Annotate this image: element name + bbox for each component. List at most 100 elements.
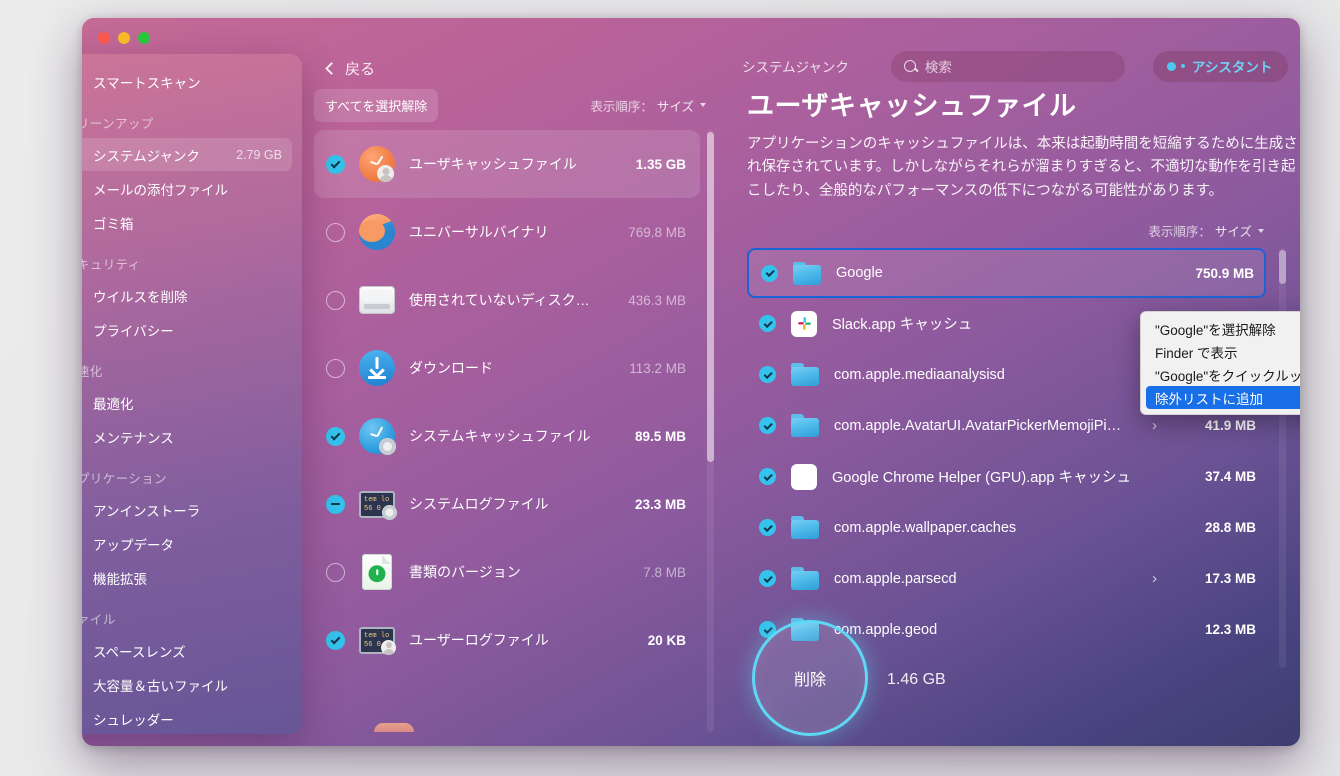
sidebar-item-17[interactable]: 大容量＆古いファイル bbox=[82, 668, 292, 701]
sidebar-group-label: アプリケーション bbox=[82, 472, 167, 486]
category-row[interactable]: ユニバーサルバイナリ 769.8 MB bbox=[314, 198, 700, 266]
window-controls[interactable] bbox=[98, 32, 150, 44]
category-row-name: システムキャッシュファイル bbox=[409, 428, 591, 444]
category-scrollbar-thumb[interactable] bbox=[707, 132, 714, 462]
check-tick-icon bbox=[330, 634, 341, 644]
main-window: 戻る システムジャンク 検索 アシスタント スマートスキャンクリーンアップシステ… bbox=[82, 18, 1300, 746]
search-input[interactable]: 検索 bbox=[890, 50, 1125, 82]
close-button[interactable] bbox=[98, 32, 110, 44]
context-menu[interactable]: "Google"を選択解除 Finder で表示 "Google"をクイックルック除… bbox=[1140, 311, 1300, 415]
file-row-name: com.apple.wallpaper.caches bbox=[834, 519, 1017, 536]
assistant-dot-icon bbox=[1166, 61, 1176, 71]
detail-sort-control[interactable]: 表示順序： サイズ bbox=[1148, 221, 1264, 240]
sidebar-item-4[interactable]: ゴミ箱 bbox=[82, 206, 292, 239]
sidebar-item-13[interactable]: アップデータ bbox=[82, 527, 292, 560]
deselect-all-button[interactable]: すべてを選択解除 bbox=[314, 88, 439, 122]
row-checkbox[interactable] bbox=[759, 468, 776, 486]
row-checkbox[interactable] bbox=[326, 562, 345, 582]
row-checkbox[interactable] bbox=[326, 630, 345, 650]
assistant-dot-small-icon bbox=[1180, 64, 1185, 68]
category-row[interactable]: ダウンロード 113.2 MB bbox=[314, 334, 700, 402]
sidebar-item-9[interactable]: 最適化 bbox=[82, 386, 292, 419]
category-sort-control[interactable]: 表示順序： サイズ bbox=[590, 96, 706, 115]
category-row-name: ユーザキャッシュファイル bbox=[409, 156, 577, 172]
sidebar-item-12[interactable]: アンインストーラ bbox=[82, 493, 292, 526]
row-checkbox[interactable] bbox=[761, 264, 778, 282]
chevron-right-icon[interactable]: › bbox=[1152, 417, 1157, 434]
context-menu-item[interactable]: "Google"を選択解除 bbox=[1141, 317, 1300, 340]
row-checkbox[interactable] bbox=[759, 315, 776, 333]
zoom-button[interactable] bbox=[138, 32, 150, 44]
row-checkbox[interactable] bbox=[326, 222, 345, 242]
system-log-icon: tem lo 56 0 bbox=[359, 490, 397, 520]
sidebar-item-3[interactable]: メールの添付ファイル bbox=[82, 172, 292, 205]
category-row[interactable]: 使用されていないディスク… 436.3 MB bbox=[314, 266, 700, 334]
check-tick-icon bbox=[763, 420, 772, 430]
sidebar-item-2[interactable]: システムジャンク 2.79 GB bbox=[82, 138, 292, 171]
sidebar-item-0[interactable]: スマートスキャン bbox=[82, 65, 292, 98]
row-checkbox[interactable] bbox=[759, 366, 776, 384]
category-row[interactable]: tem lo 56 0 ユーザーログファイル 20 KB bbox=[314, 606, 700, 674]
context-menu-item[interactable]: Finder で表示 bbox=[1141, 340, 1300, 363]
row-checkbox[interactable] bbox=[326, 154, 345, 174]
category-row-size: 436.3 MB bbox=[628, 292, 686, 308]
file-row-name: Slack.app キャッシュ bbox=[832, 317, 973, 334]
file-row-name: Google bbox=[836, 265, 883, 282]
category-row[interactable]: ユーザキャッシュファイル 1.35 GB bbox=[314, 130, 700, 198]
back-button[interactable]: 戻る bbox=[325, 58, 376, 79]
sidebar-item-label: シュレッダー bbox=[93, 712, 174, 728]
back-button-label: 戻る bbox=[345, 61, 376, 78]
category-list[interactable]: ユーザキャッシュファイル 1.35 GB ユニバーサルバイナリ 769.8 MB 使用さ… bbox=[314, 130, 714, 732]
context-menu-item[interactable]: 除外リストに追加 bbox=[1146, 386, 1300, 409]
sidebar-item-16[interactable]: スペースレンズ bbox=[82, 634, 292, 667]
check-tick-icon bbox=[763, 624, 772, 634]
check-tick-icon bbox=[763, 573, 772, 583]
chevron-right-icon[interactable]: › bbox=[1152, 570, 1157, 587]
sidebar-group-label: クリーンアップ bbox=[82, 117, 154, 131]
row-checkbox[interactable] bbox=[326, 494, 345, 514]
file-list-scrollbar-thumb[interactable] bbox=[1279, 250, 1286, 285]
check-tick-icon bbox=[763, 369, 772, 379]
category-row-size: 769.8 MB bbox=[628, 224, 686, 240]
sidebar-item-label: メールの添付ファイル bbox=[93, 182, 228, 198]
sidebar-item-label: プライバシー bbox=[93, 323, 174, 339]
folder-icon bbox=[791, 567, 819, 591]
total-size-label: 1.46 GB bbox=[887, 671, 946, 688]
category-row-name: ユニバーサルバイナリ bbox=[409, 224, 549, 240]
file-row-size: 750.9 MB bbox=[1195, 265, 1254, 281]
row-checkbox[interactable] bbox=[759, 519, 776, 537]
sidebar-item-7[interactable]: プライバシー bbox=[82, 313, 292, 346]
row-checkbox[interactable] bbox=[326, 426, 345, 446]
file-row[interactable]: Google 750.9 MB bbox=[747, 248, 1266, 299]
minimize-button[interactable] bbox=[118, 32, 130, 44]
assistant-button[interactable]: アシスタント bbox=[1152, 50, 1289, 82]
sidebar-item-6[interactable]: ウイルスを削除 bbox=[82, 279, 292, 312]
sidebar-item-10[interactable]: メンテナンス bbox=[82, 420, 292, 453]
category-row[interactable]: tem lo 56 0 システムログファイル 23.3 MB bbox=[314, 470, 700, 538]
row-checkbox[interactable] bbox=[326, 290, 345, 310]
sidebar-item-18[interactable]: シュレッダー bbox=[82, 702, 292, 734]
file-row[interactable]: com.apple.wallpaper.caches 28.8 MB bbox=[747, 502, 1266, 553]
file-row-name: com.apple.mediaanalysisd bbox=[834, 366, 1005, 383]
check-tick-icon bbox=[763, 522, 772, 532]
category-row[interactable]: 書類のバージョン 7.8 MB bbox=[314, 538, 700, 606]
row-checkbox[interactable] bbox=[759, 570, 776, 588]
folder-icon bbox=[791, 363, 819, 387]
category-row[interactable]: システムキャッシュファイル 89.5 MB bbox=[314, 402, 700, 470]
detail-sort-value: サイズ bbox=[1214, 225, 1252, 240]
row-checkbox[interactable] bbox=[326, 358, 345, 378]
delete-button[interactable]: 削除 bbox=[752, 620, 868, 736]
file-row-name: com.apple.parsecd bbox=[834, 570, 957, 587]
row-checkbox[interactable] bbox=[759, 417, 776, 435]
sidebar-item-label: 最適化 bbox=[93, 396, 134, 412]
file-row[interactable]: Google Chrome Helper (GPU).app キャッシュ 37.4… bbox=[747, 451, 1266, 502]
category-row-size: 7.8 MB bbox=[643, 564, 686, 580]
context-menu-item[interactable]: "Google"をクイックルック bbox=[1141, 363, 1300, 386]
check-tick-icon bbox=[765, 268, 774, 277]
sidebar-item-14[interactable]: 機能拡張 bbox=[82, 561, 292, 594]
file-row[interactable]: com.apple.parsecd › 17.3 MB bbox=[747, 553, 1266, 604]
blank-app-icon bbox=[791, 463, 817, 490]
category-sort-value: サイズ bbox=[656, 99, 694, 114]
app-root: 戻る システムジャンク 検索 アシスタント スマートスキャンクリーンアップシステ… bbox=[0, 0, 1340, 776]
category-scrollbar[interactable] bbox=[707, 130, 714, 732]
